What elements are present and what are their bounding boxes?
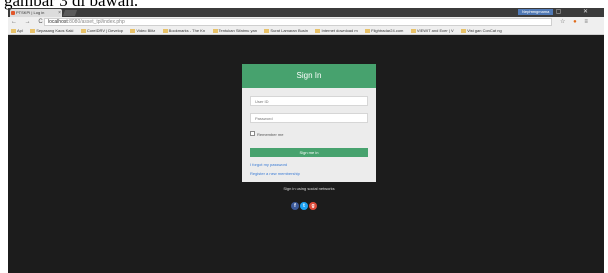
remember-me[interactable]: Remember me xyxy=(250,131,283,138)
toolbar-icons: ☆ ● ≡ xyxy=(560,17,591,27)
bookmark-item[interactable]: Apl xyxy=(11,27,23,34)
favicon-icon xyxy=(11,11,15,15)
google-icon[interactable]: g xyxy=(309,202,317,210)
login-box: Sign In Remember me Sign me in I forgot … xyxy=(242,64,376,182)
twitter-icon[interactable]: t xyxy=(300,202,308,210)
folder-icon xyxy=(365,29,371,33)
social-buttons: ftg xyxy=(291,194,318,212)
apps-icon xyxy=(11,29,16,33)
bookmark-item[interactable]: Bookmarks - The Kn xyxy=(162,27,205,34)
remember-checkbox[interactable] xyxy=(250,131,255,136)
folder-icon xyxy=(130,29,136,33)
login-header: Sign In xyxy=(242,64,376,88)
browser-window: PTSKPI | Log in × Nephongmama – ▢ ✕ ← → … xyxy=(8,8,604,273)
forgot-password-link[interactable]: I forgot my password xyxy=(250,162,287,168)
register-link[interactable]: Register a new membership xyxy=(250,171,300,177)
bookmark-item[interactable]: Vist gan ConCat ng xyxy=(461,27,502,34)
folder-icon xyxy=(410,29,416,33)
bookmark-item[interactable]: Video Blitz xyxy=(130,27,155,34)
folder-icon xyxy=(162,29,168,33)
folder-icon xyxy=(315,29,321,33)
folder-icon xyxy=(30,29,36,33)
tab-title: PTSKPI | Log in xyxy=(16,10,45,15)
title-bar: PTSKPI | Log in × Nephongmama – ▢ ✕ xyxy=(8,8,604,17)
new-tab-button[interactable] xyxy=(62,10,78,16)
bookmark-item[interactable]: Internet download m xyxy=(315,27,358,34)
folder-icon xyxy=(264,29,270,33)
extension-icon[interactable]: ● xyxy=(573,19,580,25)
folder-icon xyxy=(461,29,467,33)
star-icon[interactable]: ☆ xyxy=(560,19,568,25)
bookmark-item[interactable]: Flightradar24.com xyxy=(365,27,403,34)
address-bar-row: ← → C ⌂ localhost:8080/asset_tpl/index.p… xyxy=(8,17,604,27)
password-input[interactable] xyxy=(250,113,368,123)
bookmark-item[interactable]: VIEWIT and Ecer | V xyxy=(410,27,454,34)
bookmark-item[interactable]: Surat Lamaran Busin xyxy=(264,27,308,34)
remember-label: Remember me xyxy=(257,132,284,137)
browser-tab[interactable]: PTSKPI | Log in × xyxy=(10,9,62,17)
url-host: localhost xyxy=(48,19,68,25)
menu-icon[interactable]: ≡ xyxy=(584,19,591,25)
folder-icon xyxy=(212,29,218,33)
url-path: :8080/asset_tpl/index.php xyxy=(67,19,125,25)
bookmarks-bar: Apl Sepasang Kaos Kaki CoreIDRV | Develo… xyxy=(8,27,604,35)
user-id-input[interactable] xyxy=(250,96,368,106)
tab-close-icon[interactable]: × xyxy=(58,9,61,17)
bookmark-item[interactable]: CoreIDRV | Develop xyxy=(80,27,123,34)
page-viewport: Sign In Remember me Sign me in I forgot … xyxy=(8,35,604,273)
facebook-icon[interactable]: f xyxy=(291,202,299,210)
sign-in-button[interactable]: Sign me in xyxy=(250,148,368,157)
social-label: Sign in using social networks xyxy=(283,186,335,191)
url-input[interactable]: localhost:8080/asset_tpl/index.php xyxy=(44,18,552,26)
folder-icon xyxy=(80,29,86,33)
window-controls[interactable]: – ▢ ✕ xyxy=(531,8,598,17)
bookmark-item[interactable]: Sepasang Kaos Kaki xyxy=(30,27,73,34)
bookmark-item[interactable]: Tentukan Sifatmu yan xyxy=(212,27,257,34)
